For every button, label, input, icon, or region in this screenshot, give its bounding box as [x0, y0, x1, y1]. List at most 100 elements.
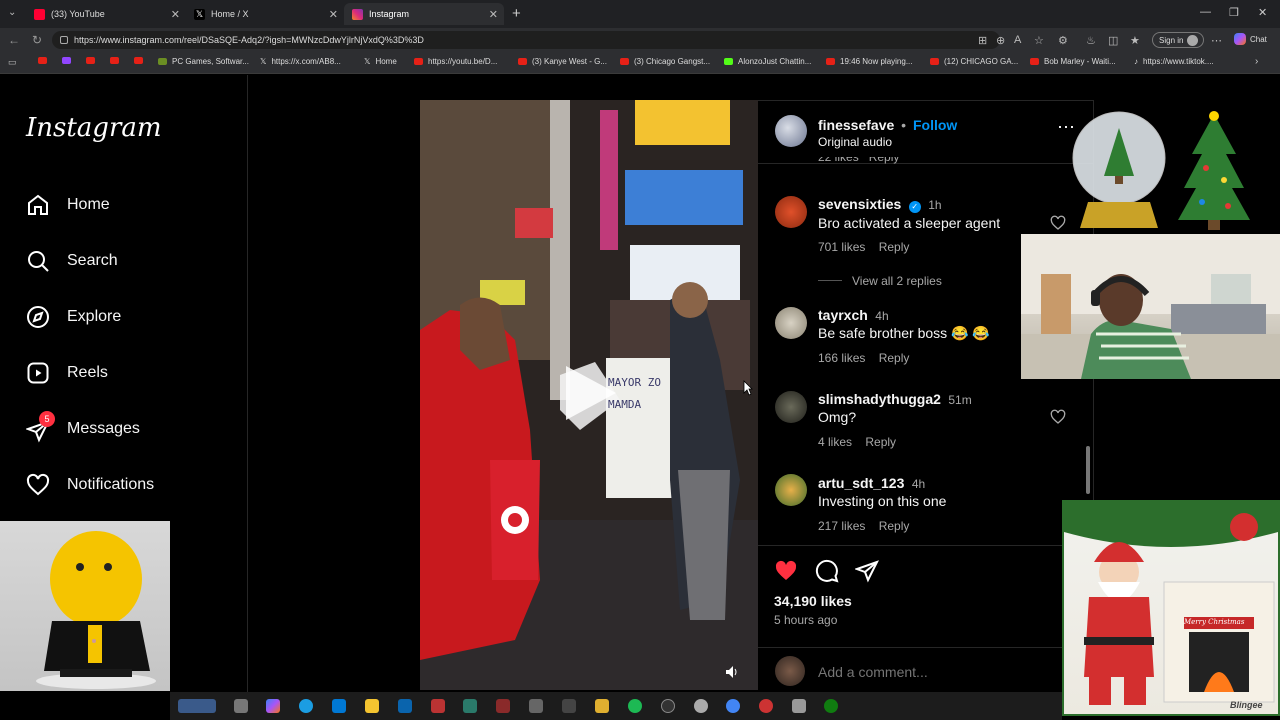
- bookmark-youtube-4[interactable]: [134, 57, 148, 64]
- app-icon-red[interactable]: [431, 699, 445, 713]
- copilot-chat-button[interactable]: Chat: [1234, 33, 1267, 45]
- split-screen-icon[interactable]: ◫: [1108, 34, 1118, 47]
- copilot-icon[interactable]: [266, 699, 280, 713]
- close-tab-icon[interactable]: ✕: [489, 8, 498, 21]
- comment-avatar[interactable]: [775, 307, 807, 339]
- follow-button[interactable]: Follow: [913, 117, 957, 133]
- comment-avatar[interactable]: [775, 196, 807, 228]
- comment-username[interactable]: artu_sdt_123: [818, 475, 904, 491]
- bookmarks-overflow-icon[interactable]: ›: [1255, 56, 1258, 67]
- comment-like-heart-icon[interactable]: [1050, 215, 1066, 231]
- site-info-icon[interactable]: [60, 36, 68, 44]
- comment-reply-button[interactable]: Reply: [879, 240, 910, 254]
- bookmark-kanye[interactable]: (3) Kanye West - G...: [518, 57, 607, 66]
- comment-like-heart-icon[interactable]: [1050, 409, 1066, 425]
- tab-x[interactable]: 𝕏 Home / X ✕: [186, 3, 344, 25]
- comment-likes[interactable]: 166 likes: [818, 351, 865, 365]
- sidebar-item-home[interactable]: Home: [26, 190, 110, 220]
- view-replies-button[interactable]: View all 2 replies: [852, 274, 942, 288]
- outlook-icon[interactable]: [398, 699, 412, 713]
- comment-likes[interactable]: 217 likes: [818, 519, 865, 533]
- share-paper-plane-icon[interactable]: [855, 559, 879, 583]
- sidebar-item-notifications[interactable]: Notifications: [26, 470, 154, 500]
- bookmark-youtube-3[interactable]: [110, 57, 124, 64]
- performance-icon[interactable]: ♨: [1086, 34, 1096, 47]
- bookmark-chicago-ga[interactable]: (12) CHICAGO GA...: [930, 57, 1018, 66]
- bookmark-x-home[interactable]: 𝕏 Home: [364, 57, 397, 66]
- xbox-icon[interactable]: [824, 699, 838, 713]
- comments-scrollbar[interactable]: [1086, 446, 1090, 494]
- app-icon-folder[interactable]: [792, 699, 806, 713]
- app-icon-grey[interactable]: [694, 699, 708, 713]
- sidebar-item-reels[interactable]: Reels: [26, 358, 108, 388]
- tab-instagram[interactable]: Instagram ✕: [344, 3, 504, 25]
- tab-youtube[interactable]: (33) YouTube ✕: [26, 3, 186, 25]
- minimize-icon[interactable]: —: [1200, 6, 1211, 18]
- restore-icon[interactable]: ❐: [1229, 6, 1239, 19]
- comment-avatar[interactable]: [775, 391, 807, 423]
- spotify-icon[interactable]: [628, 699, 642, 713]
- close-tab-icon[interactable]: ✕: [171, 8, 180, 21]
- bookmark-alonzo[interactable]: AlonzoJust Chattin...: [724, 57, 811, 66]
- app-icon-yellow[interactable]: [595, 699, 609, 713]
- app-icon-circle[interactable]: [661, 699, 675, 713]
- bookmark-youtube-2[interactable]: [86, 57, 100, 64]
- bookmark-bob-marley[interactable]: Bob Marley - Waiti...: [1030, 57, 1116, 66]
- bookmark-twitch[interactable]: [62, 57, 76, 64]
- like-heart-filled-icon[interactable]: [774, 559, 798, 583]
- comment-username[interactable]: sevensixties: [818, 196, 901, 212]
- sign-in-button[interactable]: Sign in: [1152, 32, 1204, 48]
- comment-bubble-icon[interactable]: [815, 559, 839, 583]
- comment-reply-button[interactable]: Reply: [865, 435, 896, 449]
- mute-button[interactable]: [724, 664, 744, 684]
- new-tab-icon[interactable]: +: [512, 5, 521, 22]
- likes-count[interactable]: 34,190 likes: [774, 593, 852, 609]
- app-available-icon[interactable]: ⊞: [978, 34, 987, 47]
- file-explorer-icon[interactable]: [365, 699, 379, 713]
- comment-likes[interactable]: 4 likes: [818, 435, 852, 449]
- tab-list-dropdown-icon[interactable]: ⌄: [8, 7, 16, 18]
- comment-likes[interactable]: 701 likes: [818, 240, 865, 254]
- sidebar-item-explore[interactable]: Explore: [26, 302, 121, 332]
- play-button[interactable]: [558, 362, 620, 424]
- comment-username[interactable]: tayrxch: [818, 307, 868, 323]
- comment-username[interactable]: slimshadythugga2: [818, 391, 941, 407]
- comment-reply-button[interactable]: Reply: [879, 519, 910, 533]
- bookmark-now-playing[interactable]: 19:46 Now playing...: [826, 57, 913, 66]
- weather-snow-icon[interactable]: [178, 699, 216, 713]
- favorite-star-icon[interactable]: ☆: [1034, 34, 1044, 47]
- url-input[interactable]: https://www.instagram.com/reel/DSaSQE-Ad…: [52, 31, 1000, 49]
- bookmark-chicago-gangst[interactable]: (3) Chicago Gangst...: [620, 57, 710, 66]
- author-username[interactable]: finessefave: [818, 117, 894, 133]
- app-icon-avatar[interactable]: [529, 699, 543, 713]
- comment-reply-button[interactable]: Reply: [879, 351, 910, 365]
- bookmark-youtu-be[interactable]: https://youtu.be/D...: [414, 57, 497, 66]
- author-avatar[interactable]: [775, 115, 807, 147]
- close-window-icon[interactable]: ✕: [1258, 6, 1267, 19]
- bookmark-tiktok[interactable]: ♪ https://www.tiktok....: [1134, 57, 1214, 66]
- extensions-icon[interactable]: ⚙: [1058, 34, 1068, 47]
- bookmark-x-ab8[interactable]: 𝕏https://x.com/AB8...: [260, 57, 341, 66]
- reel-video[interactable]: MAYOR ZO MAMDA: [420, 100, 758, 690]
- bookmark-pc-games[interactable]: PC Games, Softwar...: [158, 57, 249, 66]
- close-tab-icon[interactable]: ✕: [329, 8, 338, 21]
- store-icon[interactable]: [332, 699, 346, 713]
- back-icon[interactable]: ←: [8, 33, 20, 47]
- app-icon-record[interactable]: [759, 699, 773, 713]
- add-comment-input[interactable]: [818, 663, 1048, 681]
- app-icon-chrome[interactable]: [726, 699, 740, 713]
- refresh-icon[interactable]: ↻: [32, 33, 42, 47]
- bookmark-youtube-1[interactable]: [38, 57, 52, 64]
- sidebar-item-search[interactable]: Search: [26, 246, 118, 276]
- sidebar-item-messages[interactable]: 5 Messages: [26, 411, 140, 444]
- bookmarks-toggle-icon[interactable]: ▭: [8, 57, 17, 68]
- edge-browser-icon[interactable]: [299, 699, 313, 713]
- app-icon-skate[interactable]: [562, 699, 576, 713]
- app-icon-film[interactable]: [463, 699, 477, 713]
- original-audio-link[interactable]: Original audio: [818, 135, 892, 149]
- comment-avatar[interactable]: [775, 474, 807, 506]
- read-aloud-icon[interactable]: A: [1014, 34, 1021, 46]
- more-menu-icon[interactable]: ⋯: [1211, 34, 1222, 47]
- app-icon-mega[interactable]: [496, 699, 510, 713]
- instagram-logo[interactable]: Instagram: [26, 113, 162, 143]
